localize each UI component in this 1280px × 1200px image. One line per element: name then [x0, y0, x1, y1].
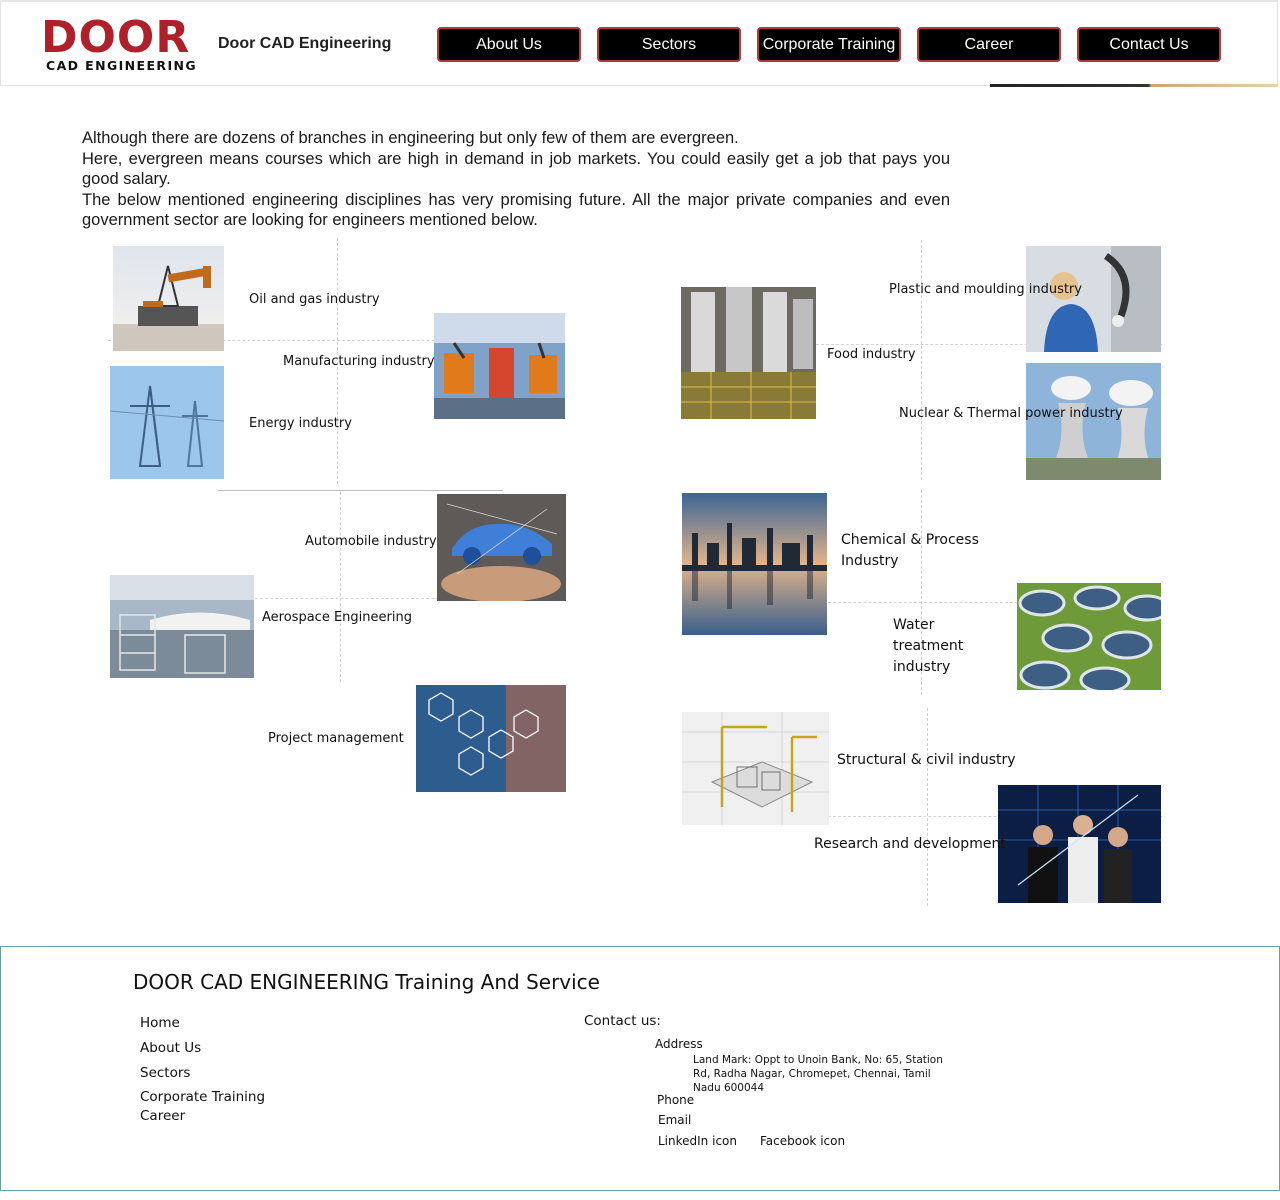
- energy-image: [110, 366, 224, 479]
- nav-sectors-button[interactable]: Sectors: [597, 27, 741, 62]
- footer-link-corporate-training[interactable]: Corporate Training: [140, 1089, 265, 1105]
- intro-text: Although there are dozens of branches in…: [82, 128, 950, 231]
- logo[interactable]: DOOR CAD ENGINEERING: [41, 12, 196, 74]
- water-treatment-image: [1017, 583, 1161, 690]
- intro-line-2: Here, evergreen means courses which are …: [82, 149, 950, 189]
- nav-career-button[interactable]: Career: [917, 27, 1061, 62]
- chemical-process-image: [682, 493, 827, 635]
- sector-label-automobile: Automobile industry: [305, 534, 437, 549]
- aerospace-image: [110, 575, 254, 678]
- sector-label-manufacturing: Manufacturing industry: [283, 354, 435, 369]
- oil-gas-image: [113, 246, 224, 351]
- sector-label-water: Water treatment industry: [893, 617, 964, 675]
- facebook-icon[interactable]: Facebook icon: [760, 1134, 845, 1148]
- nav-corporate-training-button[interactable]: Corporate Training: [757, 27, 901, 62]
- guide-line: [828, 602, 1018, 603]
- email-label: Email: [658, 1113, 692, 1127]
- phone-label: Phone: [657, 1093, 695, 1107]
- header-accent-bar: [990, 84, 1278, 87]
- sector-label-structural: Structural & civil industry: [837, 752, 1016, 768]
- linkedin-icon[interactable]: LinkedIn icon: [658, 1134, 737, 1148]
- structural-civil-image: [682, 712, 829, 825]
- research-development-image: [998, 785, 1161, 903]
- footer-link-home[interactable]: Home: [140, 1015, 180, 1031]
- sector-label-plastic: Plastic and moulding industry: [889, 282, 1082, 297]
- address-label: Address: [655, 1037, 703, 1051]
- nav-about-us-button[interactable]: About Us: [437, 27, 581, 62]
- footer-title: DOOR CAD ENGINEERING Training And Servic…: [133, 970, 600, 994]
- intro-line-1: Although there are dozens of branches in…: [82, 129, 739, 147]
- site-name: Door CAD Engineering: [218, 35, 392, 52]
- guide-line: [921, 240, 922, 480]
- site-header: DOOR CAD ENGINEERING Door CAD Engineerin…: [0, 0, 1278, 86]
- guide-line: [340, 492, 341, 682]
- contact-heading: Contact us:: [584, 1013, 661, 1029]
- logo-wordmark: DOOR: [41, 12, 191, 63]
- guide-line: [218, 490, 503, 491]
- sector-label-food: Food industry: [827, 347, 916, 362]
- food-industry-image: [681, 287, 816, 419]
- intro-line-3: The below mentioned engineering discipli…: [82, 190, 950, 230]
- project-management-image: [416, 685, 566, 792]
- site-footer: DOOR CAD ENGINEERING Training And Servic…: [0, 946, 1280, 1191]
- address-text: Land Mark: Oppt to Unoin Bank, No: 65, S…: [693, 1054, 943, 1094]
- nav-contact-us-button[interactable]: Contact Us: [1077, 27, 1221, 62]
- sector-label-project: Project management: [268, 731, 404, 746]
- manufacturing-image: [434, 313, 565, 419]
- sector-label-research: Research and development: [814, 836, 1006, 852]
- automobile-image: [437, 494, 566, 601]
- logo-subtitle: CAD ENGINEERING: [46, 58, 198, 73]
- sector-label-chemical: Chemical & Process Industry: [841, 532, 979, 569]
- guide-line: [927, 708, 928, 906]
- plastic-moulding-image: [1026, 246, 1161, 352]
- sector-label-oil-gas: Oil and gas industry: [249, 292, 380, 307]
- footer-link-career[interactable]: Career: [140, 1108, 185, 1124]
- sector-label-nuclear: Nuclear & Thermal power industry: [899, 406, 1123, 421]
- footer-link-sectors[interactable]: Sectors: [140, 1065, 190, 1081]
- sector-label-aerospace: Aerospace Engineering: [262, 610, 412, 625]
- footer-link-about-us[interactable]: About Us: [140, 1040, 201, 1056]
- sector-label-energy: Energy industry: [249, 416, 352, 431]
